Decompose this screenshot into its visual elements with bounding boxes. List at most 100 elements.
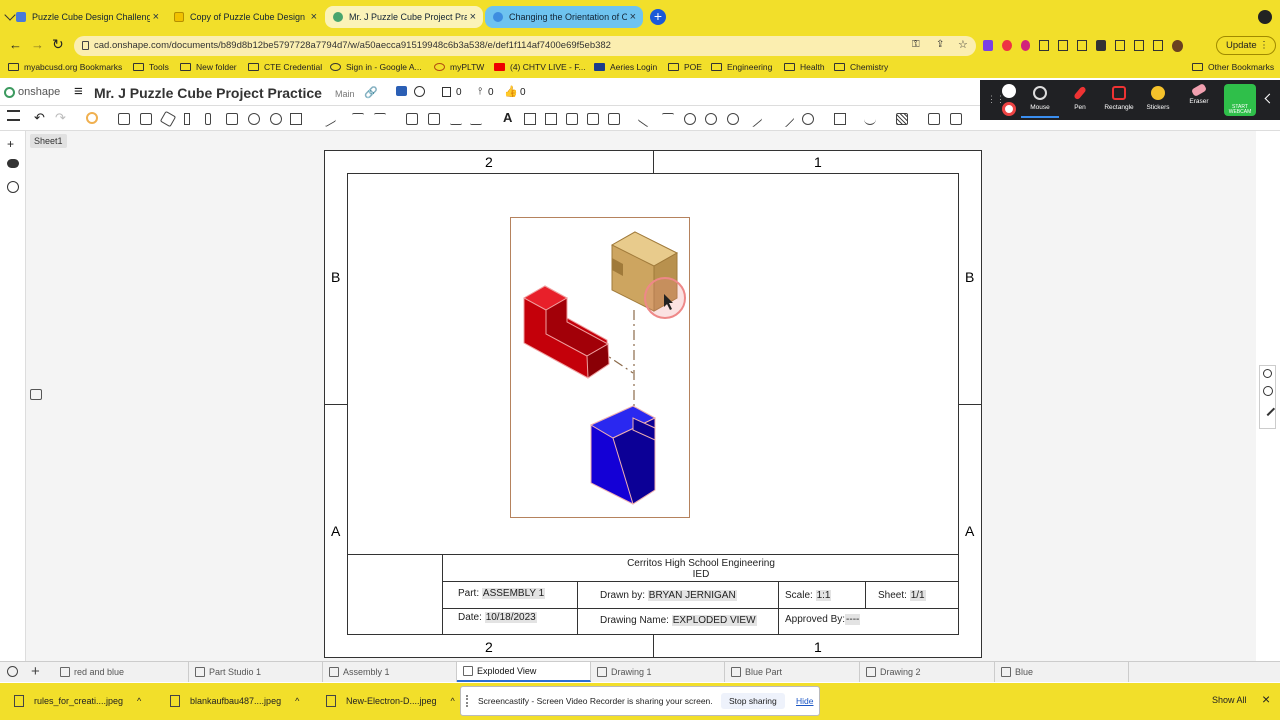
pause-button[interactable]: [1002, 84, 1016, 98]
tab-exploded-view-active[interactable]: Exploded View: [457, 662, 591, 682]
aligned-section-icon[interactable]: [205, 113, 211, 125]
crop-icon[interactable]: [290, 113, 302, 125]
other-bookmarks[interactable]: Other Bookmarks: [1192, 62, 1274, 72]
comment-icon[interactable]: [7, 159, 19, 168]
ordinate-icon[interactable]: [662, 113, 674, 125]
close-download-bar-icon[interactable]: ×: [1262, 691, 1270, 707]
branch-label[interactable]: Main: [335, 89, 355, 99]
tool-stickers[interactable]: Stickers: [1139, 84, 1177, 111]
sheet-tab[interactable]: Sheet1: [30, 134, 67, 148]
bookmark-item[interactable]: New folder: [180, 62, 237, 72]
add-icon[interactable]: +: [7, 137, 14, 151]
auxiliary-view-icon[interactable]: [159, 110, 177, 128]
document-title[interactable]: Mr. J Puzzle Cube Project Practice: [94, 85, 322, 101]
chevron-up-icon[interactable]: ^: [295, 696, 299, 706]
check-icon[interactable]: [450, 113, 462, 125]
copy-icon[interactable]: [442, 87, 451, 97]
show-all-button[interactable]: Show All: [1212, 695, 1247, 705]
tool-eraser[interactable]: Eraser: [1180, 83, 1218, 105]
download-item[interactable]: New-Electron-D....jpeg ^: [326, 695, 455, 707]
download-item[interactable]: blankaufbau487....jpeg ^: [170, 695, 299, 707]
tab-assembly-1[interactable]: Assembly 1: [323, 662, 457, 682]
exploded-view-frame[interactable]: [510, 217, 690, 518]
tab-drawing-2[interactable]: Drawing 2: [860, 662, 995, 682]
bookmark-item[interactable]: Aeries Login: [594, 62, 657, 72]
tab-search-icon[interactable]: [7, 666, 18, 677]
tab-red-and-blue[interactable]: red and blue: [54, 662, 189, 682]
table-icon[interactable]: [524, 113, 536, 125]
chamfer-icon[interactable]: [745, 110, 763, 128]
hole-table-icon[interactable]: [587, 113, 599, 125]
close-tab-icon[interactable]: ×: [311, 11, 317, 23]
settings-icon[interactable]: [86, 112, 98, 124]
appearance-icon[interactable]: [1263, 386, 1273, 396]
line-icon[interactable]: [777, 110, 795, 128]
hide-link[interactable]: Hide: [796, 696, 813, 706]
dimension-icon[interactable]: [637, 110, 655, 128]
extension-icons[interactable]: [983, 40, 1183, 52]
text-icon[interactable]: A: [503, 110, 512, 125]
tool-rectangle[interactable]: Rectangle: [1100, 84, 1138, 111]
feature-list-icon[interactable]: [7, 110, 20, 121]
drag-handle-icon[interactable]: ⋮⋮: [987, 94, 1005, 105]
image-icon[interactable]: [950, 113, 962, 125]
grid-table-icon[interactable]: [545, 113, 557, 125]
forward-icon[interactable]: →: [31, 37, 44, 52]
chain-icon[interactable]: [374, 113, 386, 125]
new-tab-button[interactable]: +: [650, 9, 666, 25]
tools-icon[interactable]: [1260, 401, 1276, 417]
bookmark-item[interactable]: Health: [784, 62, 825, 72]
like-icon[interactable]: 👍: [504, 85, 518, 98]
browser-tab-3-active[interactable]: Mr. J Puzzle Cube Project Prac ×: [325, 6, 483, 28]
bookmark-item[interactable]: Tools: [133, 62, 169, 72]
browser-tab-2[interactable]: Copy of Puzzle Cube Design C ×: [166, 6, 324, 28]
close-tab-icon[interactable]: ×: [153, 11, 159, 23]
crop-view-icon[interactable]: [270, 113, 282, 125]
browser-tab-1[interactable]: Puzzle Cube Design Challenge ×: [8, 6, 166, 28]
insert-view-icon[interactable]: [118, 113, 130, 125]
rectangle-icon[interactable]: [834, 113, 846, 125]
section-view-icon[interactable]: [184, 113, 190, 125]
chevron-up-icon[interactable]: ^: [137, 696, 141, 706]
start-webcam-button[interactable]: START WEBCAM: [1224, 84, 1256, 116]
chevron-up-icon[interactable]: ^: [451, 696, 455, 706]
stop-sharing-button[interactable]: Stop sharing: [721, 693, 785, 709]
globe-icon[interactable]: [414, 86, 425, 97]
back-icon[interactable]: ←: [9, 37, 22, 52]
stop-button[interactable]: [1002, 102, 1016, 116]
spline-icon[interactable]: [864, 113, 876, 125]
url-field[interactable]: cad.onshape.com/documents/b89d8b12be5797…: [74, 36, 976, 56]
menu-icon[interactable]: ≡: [74, 83, 83, 100]
redo-icon[interactable]: ↷: [55, 110, 66, 126]
angular-dim-icon[interactable]: [684, 113, 696, 125]
tab-blue[interactable]: Blue: [995, 662, 1129, 682]
close-tab-icon[interactable]: ×: [470, 11, 476, 23]
add-tab-icon[interactable]: +: [31, 663, 40, 680]
undo-icon[interactable]: ↶: [34, 110, 45, 126]
callout-icon[interactable]: [428, 113, 440, 125]
bookmark-item[interactable]: POE: [668, 62, 702, 72]
link-icon[interactable]: 🔗: [364, 86, 378, 99]
bookmark-item[interactable]: Engineering: [711, 62, 772, 72]
centermark-icon[interactable]: [352, 113, 364, 125]
revision-table-icon[interactable]: [608, 113, 620, 125]
circle-icon[interactable]: [802, 113, 814, 125]
weld-icon[interactable]: [470, 113, 482, 125]
bookmark-item[interactable]: Sign in - Google A...: [330, 62, 422, 72]
bookmark-star-icon[interactable]: ☆: [958, 38, 968, 51]
tool-mouse[interactable]: Mouse: [1021, 84, 1059, 118]
bookmark-item[interactable]: (4) CHTV LIVE - F...: [494, 62, 586, 72]
download-item[interactable]: rules_for_creati....jpeg ^: [14, 695, 141, 707]
browser-tab-4[interactable]: Changing the Orientation of O ×: [485, 6, 643, 28]
note-icon[interactable]: [406, 113, 418, 125]
learning-icon[interactable]: [396, 86, 407, 96]
right-panel-icons[interactable]: [1259, 365, 1276, 429]
tab-search-icon[interactable]: [1258, 10, 1272, 24]
tool-pen[interactable]: Pen: [1061, 84, 1099, 111]
onshape-logo[interactable]: onshape: [4, 86, 60, 98]
bookmark-item[interactable]: Chemistry: [834, 62, 888, 72]
history-icon[interactable]: [7, 181, 19, 193]
share-icon[interactable]: ⇪: [936, 39, 944, 50]
export-icon[interactable]: [928, 113, 940, 125]
projected-view-icon[interactable]: [140, 113, 152, 125]
